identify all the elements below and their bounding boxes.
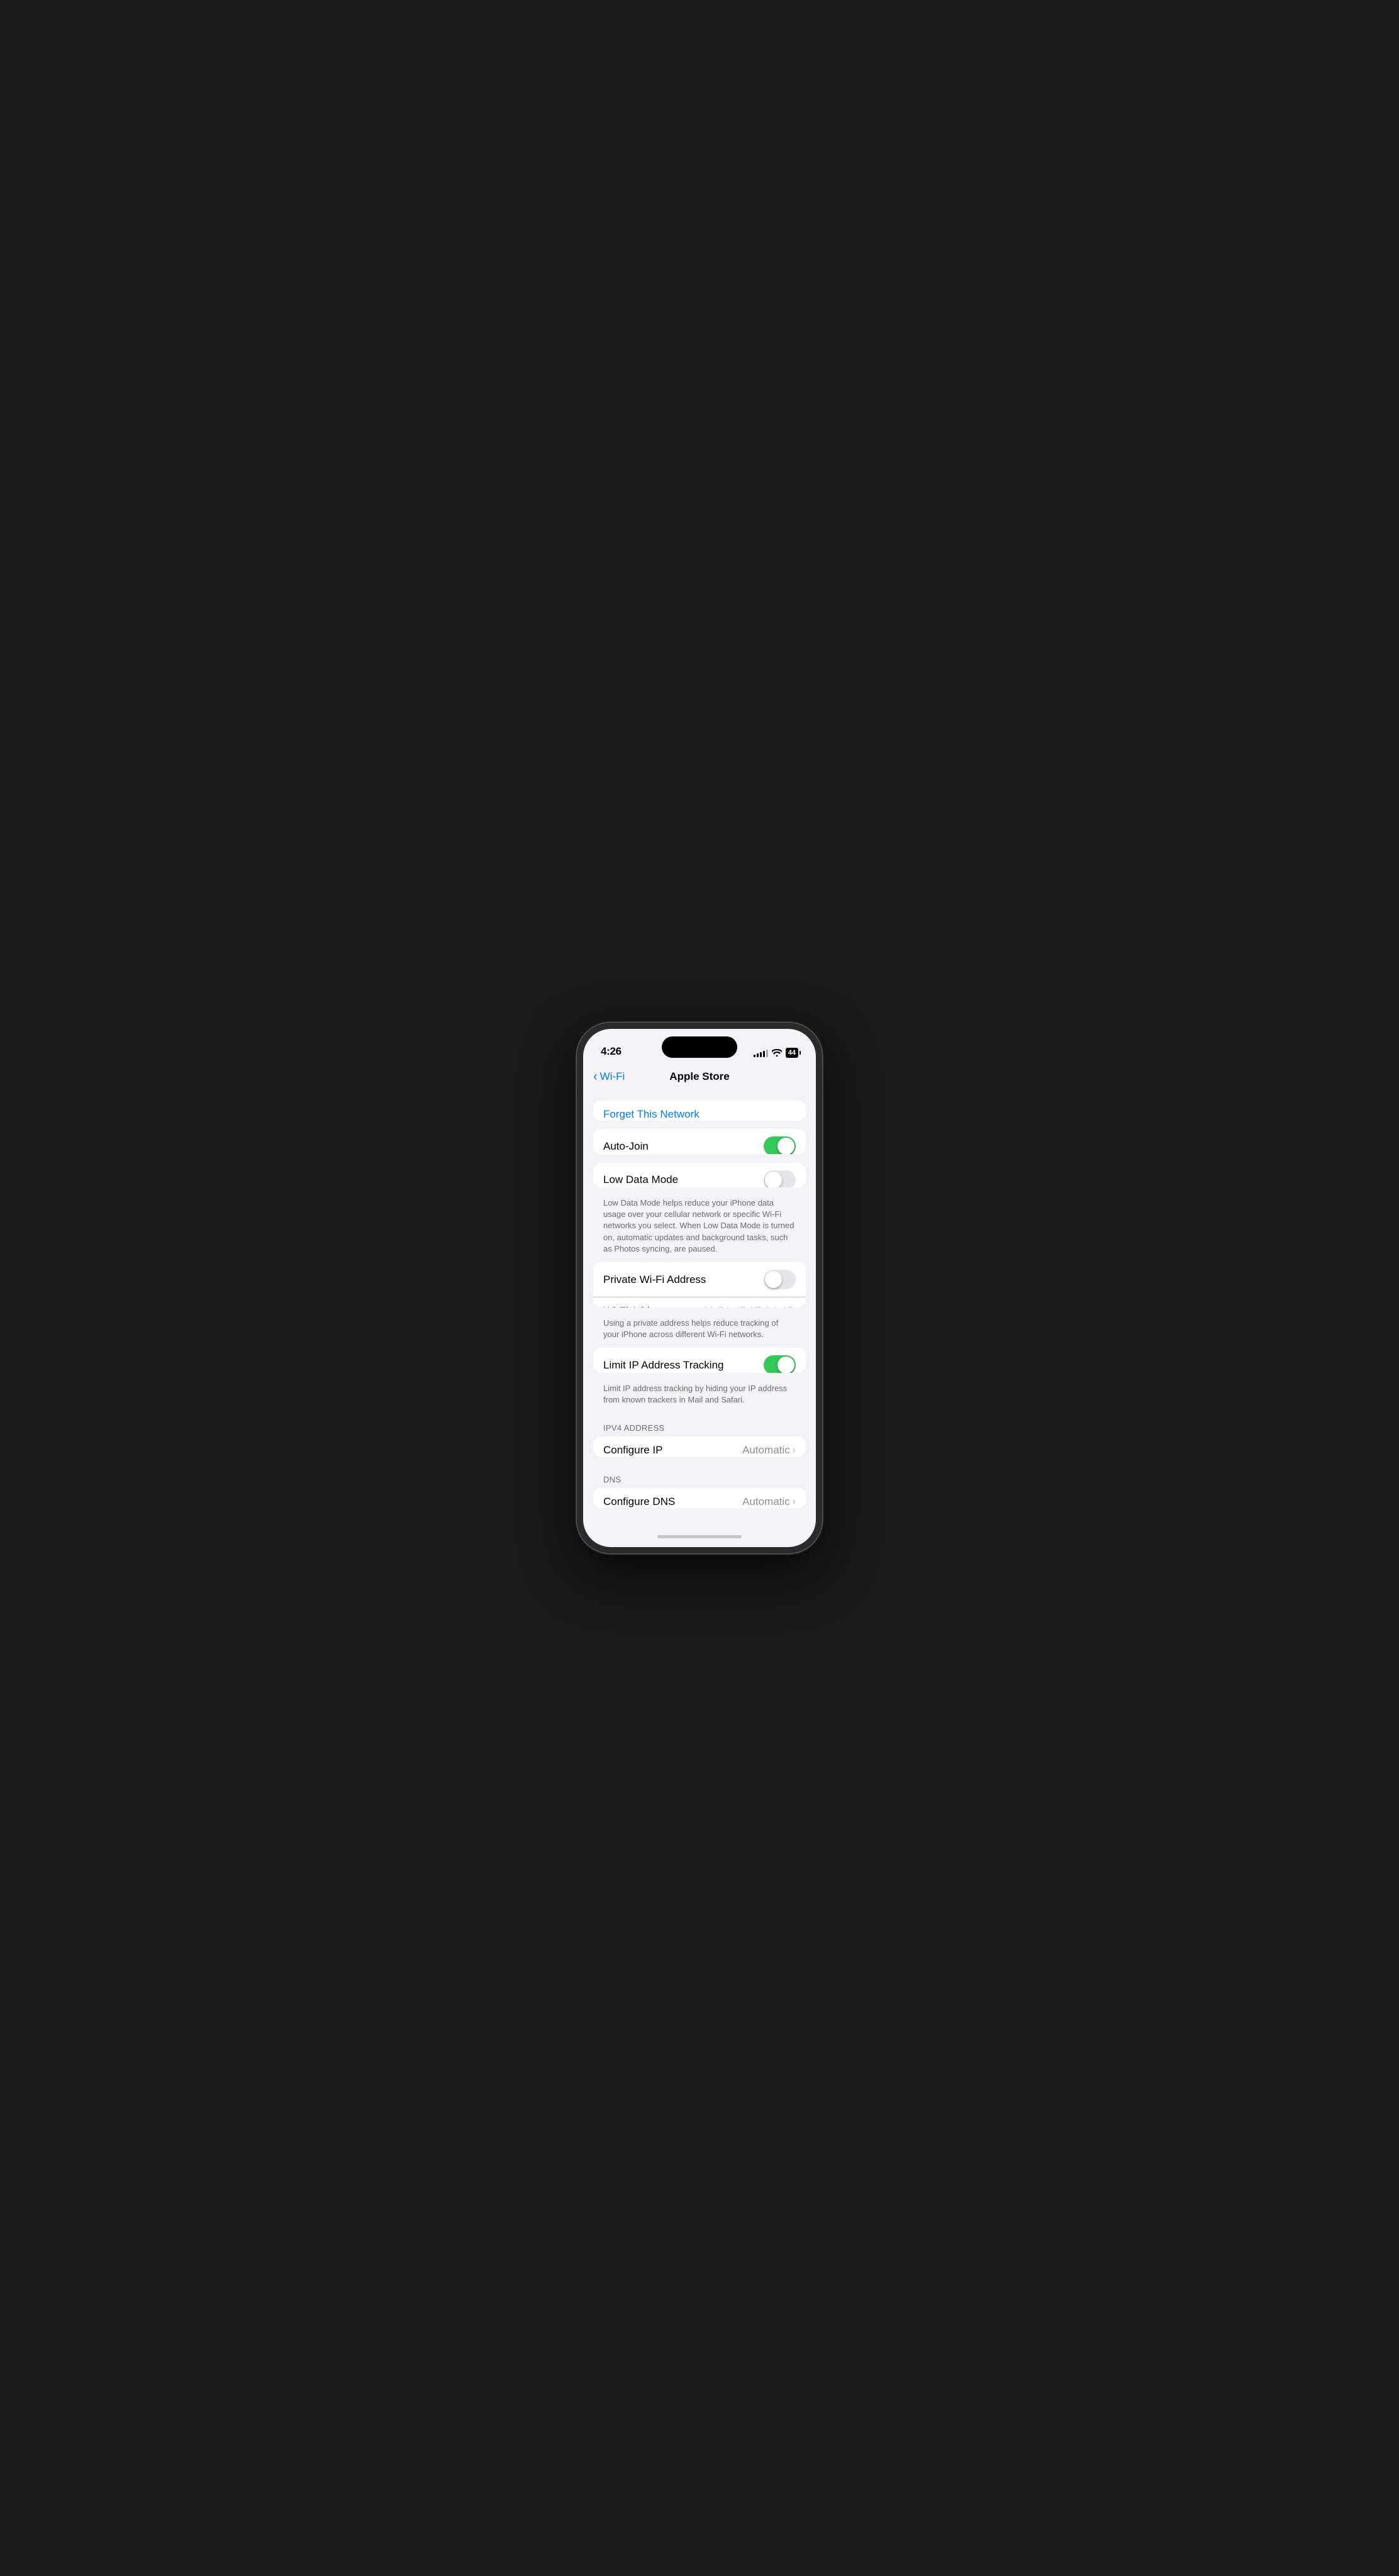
forget-network-section: Forget This Network (593, 1101, 806, 1121)
auto-join-toggle[interactable] (764, 1136, 796, 1154)
auto-join-row: Auto-Join (593, 1129, 806, 1154)
low-data-label: Low Data Mode (603, 1174, 764, 1186)
configure-dns-value: Automatic (742, 1496, 790, 1508)
limit-ip-toggle[interactable] (764, 1355, 796, 1373)
toggle-knob (765, 1172, 782, 1188)
status-bar: 4:26 44 (583, 1029, 816, 1063)
low-data-section: Low Data Mode (593, 1163, 806, 1188)
signal-bars-icon (754, 1048, 768, 1057)
configure-dns-label: Configure DNS (603, 1496, 742, 1508)
wifi-icon (772, 1049, 782, 1057)
battery-level: 44 (788, 1049, 796, 1057)
limit-ip-section: Limit IP Address Tracking (593, 1348, 806, 1373)
limit-ip-label: Limit IP Address Tracking (603, 1359, 764, 1372)
limit-ip-note: Limit IP address tracking by hiding your… (593, 1378, 806, 1408)
auto-join-section: Auto-Join (593, 1129, 806, 1154)
settings-content: Forget This Network Auto-Join Low Data M… (583, 1091, 816, 1526)
wifi-address-label: Wi-Fi Address (603, 1305, 703, 1307)
private-wifi-row: Private Wi-Fi Address (593, 1262, 806, 1297)
configure-ip-row[interactable]: Configure IP Automatic › (593, 1436, 806, 1457)
private-wifi-toggle[interactable] (764, 1270, 796, 1289)
auto-join-label: Auto-Join (603, 1140, 764, 1153)
private-wifi-note: Using a private address helps reduce tra… (593, 1313, 806, 1343)
wifi-address-value: 88:B9:45:2E:8C:65 (703, 1305, 793, 1307)
limit-ip-row: Limit IP Address Tracking (593, 1348, 806, 1373)
toggle-knob (778, 1357, 794, 1373)
low-data-note: Low Data Mode helps reduce your iPhone d… (593, 1192, 806, 1257)
toggle-knob (765, 1271, 782, 1288)
page-title: Apple Store (669, 1070, 729, 1083)
dynamic-island (662, 1036, 737, 1058)
dns-section-header: DNS (593, 1465, 806, 1488)
back-button[interactable]: ‹ Wi-Fi (593, 1070, 625, 1083)
forget-network-row[interactable]: Forget This Network (593, 1101, 806, 1121)
chevron-right-icon: › (793, 1496, 796, 1507)
status-icons: 44 (754, 1048, 798, 1058)
low-data-row: Low Data Mode (593, 1163, 806, 1188)
home-indicator (583, 1526, 816, 1547)
configure-ip-value: Automatic (742, 1444, 790, 1457)
toggle-knob (778, 1138, 794, 1154)
forget-network-label: Forget This Network (603, 1108, 700, 1121)
chevron-right-icon: › (793, 1445, 796, 1456)
configure-ip-label: Configure IP (603, 1444, 742, 1457)
battery-icon: 44 (786, 1048, 798, 1058)
configure-dns-section: Configure DNS Automatic › (593, 1488, 806, 1508)
ipv4-section-header: IPV4 ADDRESS (593, 1413, 806, 1436)
low-data-toggle[interactable] (764, 1170, 796, 1188)
configure-dns-row[interactable]: Configure DNS Automatic › (593, 1488, 806, 1508)
back-chevron-icon: ‹ (593, 1070, 598, 1083)
private-wifi-label: Private Wi-Fi Address (603, 1274, 764, 1286)
status-time: 4:26 (601, 1045, 621, 1058)
private-wifi-section: Private Wi-Fi Address Wi-Fi Address 88:B… (593, 1262, 806, 1307)
wifi-address-row: Wi-Fi Address 88:B9:45:2E:8C:65 (593, 1297, 806, 1307)
back-label: Wi-Fi (600, 1070, 625, 1083)
configure-ip-section: Configure IP Automatic › (593, 1436, 806, 1457)
nav-header: ‹ Wi-Fi Apple Store (583, 1063, 816, 1091)
home-bar (657, 1535, 742, 1538)
